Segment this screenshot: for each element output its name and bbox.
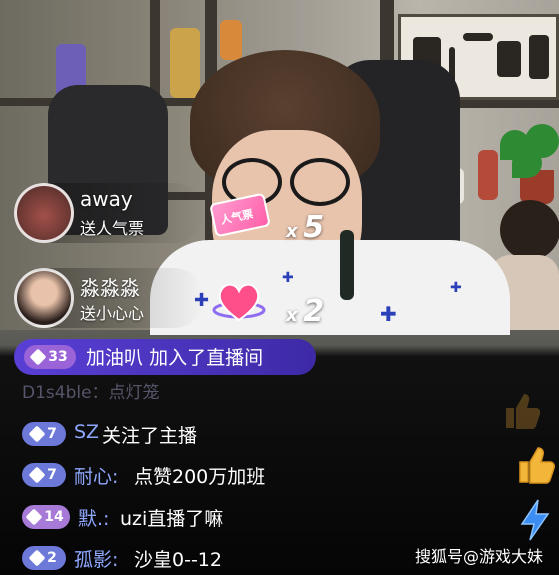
gift-notification: away 送人气票 [14, 183, 164, 243]
chat-username[interactable]: 孤影: [74, 545, 118, 572]
chat-text: 沙皇0--12 [134, 549, 222, 571]
join-message: 加入了直播间 [149, 347, 264, 369]
join-notice: 33 加油叭 加入了直播间 [14, 339, 316, 375]
heart-icon [212, 283, 266, 322]
chat-username[interactable]: SZ [74, 421, 99, 443]
gift-action-text: 送小心心 [80, 304, 145, 323]
gift-sender-name[interactable]: 淼淼淼 [80, 272, 140, 301]
user-level-badge: 7 [22, 463, 66, 487]
gift-combo-count: x 2 [286, 294, 325, 329]
lightning-icon[interactable] [516, 498, 554, 542]
gift-sender-name[interactable]: away [80, 187, 133, 211]
gem-icon [29, 348, 47, 366]
user-level-badge: 33 [24, 345, 76, 369]
watermark: 搜狐号@游戏大妹 [415, 547, 544, 566]
user-level-badge: 7 [22, 422, 66, 446]
ticket-label: 人气票 [219, 207, 255, 227]
thumbs-up-icon [506, 394, 540, 429]
join-username[interactable]: 加油叭 [86, 347, 143, 369]
user-level-badge: 14 [22, 505, 70, 529]
chat-username[interactable]: 默.: [78, 504, 109, 531]
chat-username[interactable]: 耐心: [74, 462, 118, 489]
chat-text: 关注了主播 [102, 425, 198, 447]
shirt: ✚ ✚ ✚ ✚ [150, 240, 510, 335]
gift-combo-count: x 5 [286, 210, 325, 245]
streamer: ✚ ✚ ✚ ✚ [150, 50, 510, 335]
gift-notification: 淼淼淼 送小心心 [14, 268, 164, 328]
chat-text: 点赞200万加班 [134, 466, 266, 488]
chat-panel: 33 加油叭 加入了直播间 D1s4ble：点灯笼 7 SZ 关注了主播 7 耐… [0, 330, 559, 575]
plant-leaf [512, 148, 542, 178]
chat-message-faded: D1s4ble：点灯笼 [22, 383, 160, 403]
avatar[interactable] [14, 268, 74, 328]
user-level-badge: 2 [22, 546, 66, 570]
chat-text: uzi直播了嘛 [120, 508, 224, 530]
avatar[interactable] [14, 183, 74, 243]
gift-action-text: 送人气票 [80, 219, 145, 238]
headset-mic [340, 230, 354, 300]
thumbs-up-icon[interactable] [516, 444, 556, 486]
